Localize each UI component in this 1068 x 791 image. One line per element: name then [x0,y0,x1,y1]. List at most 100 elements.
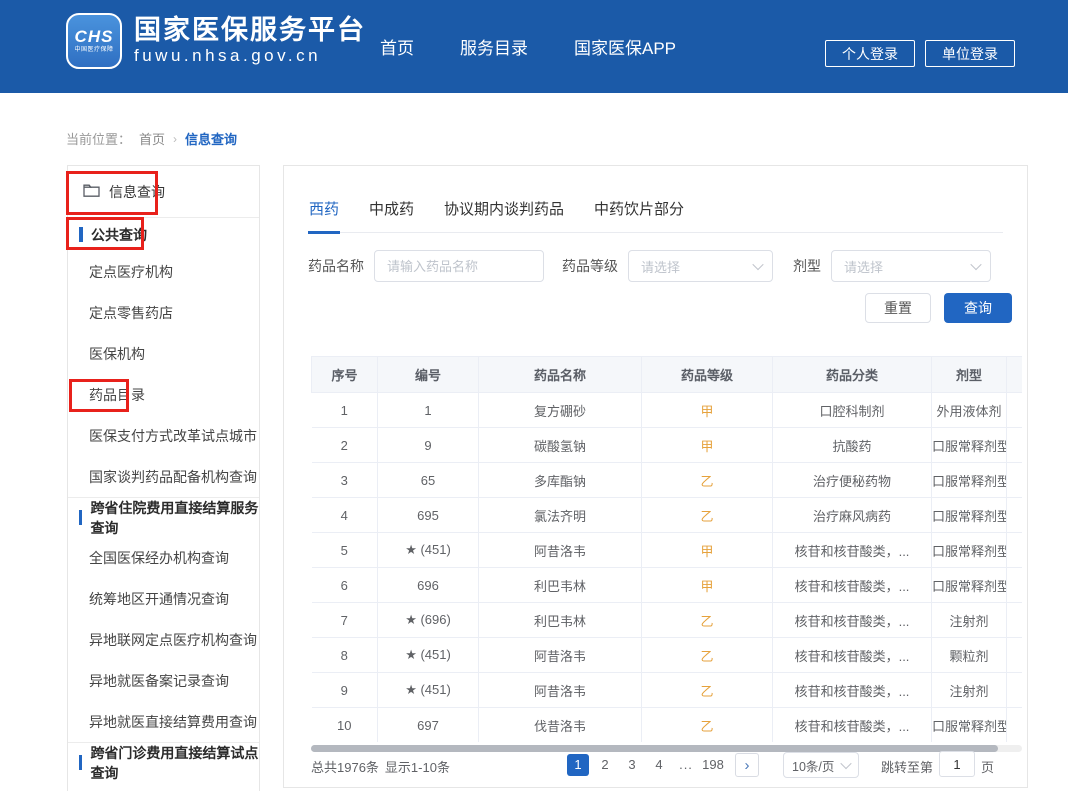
page-size-value: 10条/页 [792,756,834,775]
page-jump-input[interactable] [939,751,975,777]
sidebar-item-6[interactable]: 医保支付方式改革试点城市 [68,415,259,456]
sidebar-label: 异地联网定点医疗机构查询 [89,630,257,650]
sidebar-item-11[interactable]: 异地联网定点医疗机构查询 [68,619,259,660]
login-buttons: 个人登录 单位登录 [825,40,1015,67]
sidebar-section-14[interactable]: 跨省门诊费用直接结算试点查询 [68,742,259,782]
sidebar-section-8[interactable]: 跨省住院费用直接结算服务查询 [68,497,259,537]
cell-cutoff [1007,673,1023,708]
cell-r4-c0: 4 [312,498,378,533]
cell-r7-c4: 核苷和核苷酸类，... [773,603,932,638]
dosage-form-select[interactable]: 请选择 [831,250,991,282]
sidebar-label: 信息查询 [109,182,165,202]
page-button-2[interactable]: 2 [594,754,616,776]
cell-r10-c5: 口服常释剂型 [932,708,1007,743]
next-page-button[interactable]: › [735,753,759,777]
tab-1[interactable]: 中成药 [368,194,415,234]
cell-r2-c3: 甲 [642,428,773,463]
cell-cutoff [1007,603,1023,638]
sidebar-label: 定点医疗机构 [89,262,173,282]
sidebar-label: 跨省门诊费用直接结算试点查询 [90,743,259,783]
sidebar-item-10[interactable]: 统筹地区开通情况查询 [68,578,259,619]
page-jump-suffix: 页 [981,757,994,776]
tab-0[interactable]: 西药 [308,194,340,234]
sidebar-item-9[interactable]: 全国医保经办机构查询 [68,537,259,578]
cell-r10-c3: 乙 [642,708,773,743]
page-button-3[interactable]: 3 [621,754,643,776]
personal-login-button[interactable]: 个人登录 [825,40,915,67]
cell-r9-c0: 9 [312,673,378,708]
cell-r7-c1: ★ (696) [378,603,479,638]
cell-r10-c4: 核苷和核苷酸类，... [773,708,932,743]
breadcrumb-prefix: 当前位置： [66,129,131,148]
sidebar-label: 统筹地区开通情况查询 [89,589,229,609]
sidebar-item-13[interactable]: 异地就医直接结算费用查询 [68,701,259,742]
drug-grade-label: 药品等级 [562,256,618,276]
column-header-4: 药品分类 [773,357,932,393]
page: CHS 中国医疗保障 国家医保服务平台 fuwu.nhsa.gov.cn 首页 服… [0,0,1068,791]
cell-r2-c2: 碳酸氢钠 [479,428,642,463]
search-button[interactable]: 查询 [944,293,1012,323]
tab-3[interactable]: 中药饮片部分 [593,194,685,234]
cell-cutoff [1007,568,1023,603]
table-row: 11复方硼砂甲口腔科制剂外用液体剂 [312,393,1023,428]
tab-2[interactable]: 协议期内谈判药品 [443,194,565,234]
sidebar-label: 跨省住院费用直接结算服务查询 [90,498,259,538]
cell-r9-c5: 注射剂 [932,673,1007,708]
nav-item-1[interactable]: 服务目录 [460,34,528,59]
sidebar-item-12[interactable]: 异地就医备案记录查询 [68,660,259,701]
page-button-198[interactable]: 198 [702,754,724,776]
cell-r6-c0: 6 [312,568,378,603]
sidebar-item-2[interactable]: 定点医疗机构 [68,251,259,292]
sidebar-item-7[interactable]: 国家谈判药品配备机构查询 [68,456,259,497]
page-button-1[interactable]: 1 [567,754,589,776]
org-login-button[interactable]: 单位登录 [925,40,1015,67]
cell-r2-c4: 抗酸药 [773,428,932,463]
sidebar-root-info-query[interactable]: 信息查询 [68,166,259,218]
cell-r9-c2: 阿昔洛韦 [479,673,642,708]
page-button-4[interactable]: 4 [648,754,670,776]
nav-item-0[interactable]: 首页 [380,34,414,59]
cell-r5-c5: 口服常释剂型 [932,533,1007,568]
cell-r2-c0: 2 [312,428,378,463]
sidebar-section-1[interactable]: 公共查询 [68,218,259,251]
pagination-ellipsis: ... [675,754,697,776]
page-size-select[interactable]: 10条/页 [783,752,859,778]
table-row: 5★ (451)阿昔洛韦甲核苷和核苷酸类，...口服常释剂型 [312,533,1023,568]
cell-r10-c1: 697 [378,708,479,743]
section-marker-icon [79,510,82,525]
sidebar: 信息查询公共查询定点医疗机构定点零售药店医保机构药品目录医保支付方式改革试点城市… [67,165,260,791]
drug-name-input[interactable] [374,250,544,282]
sidebar-label: 医保支付方式改革试点城市 [89,426,257,446]
sidebar-item-3[interactable]: 定点零售药店 [68,292,259,333]
cell-cutoff [1007,498,1023,533]
table-row: 8★ (451)阿昔洛韦乙核苷和核苷酸类，...颗粒剂 [312,638,1023,673]
sidebar-item-4[interactable]: 医保机构 [68,333,259,374]
cell-r2-c5: 口服常释剂型 [932,428,1007,463]
cell-r4-c2: 氯法齐明 [479,498,642,533]
sidebar-item-5[interactable]: 药品目录 [68,374,259,415]
drug-table: 序号编号药品名称药品等级药品分类剂型11复方硼砂甲口腔科制剂外用液体剂29碳酸氢… [311,356,1022,742]
brand[interactable]: CHS 中国医疗保障 国家医保服务平台 fuwu.nhsa.gov.cn [66,13,366,69]
cell-r1-c2: 复方硼砂 [479,393,642,428]
breadcrumb-home[interactable]: 首页 [139,129,165,148]
reset-button[interactable]: 重置 [865,293,931,323]
filter-row: 药品名称 药品等级 请选择 剂型 请选择 [308,250,991,282]
dosage-form-label: 剂型 [793,256,821,276]
sidebar-label: 异地就医直接结算费用查询 [89,712,257,732]
breadcrumb: 当前位置： 首页 › 信息查询 [66,129,237,148]
column-header-2: 药品名称 [479,357,642,393]
header: CHS 中国医疗保障 国家医保服务平台 fuwu.nhsa.gov.cn 首页 服… [0,0,1068,93]
cell-r5-c3: 甲 [642,533,773,568]
pagination-summary: 总共1976条显示1-10条 [311,757,456,776]
cell-r4-c4: 治疗麻风病药 [773,498,932,533]
column-header-5: 剂型 [932,357,1007,393]
breadcrumb-separator-icon: › [173,132,177,146]
drug-table-wrap: 序号编号药品名称药品等级药品分类剂型11复方硼砂甲口腔科制剂外用液体剂29碳酸氢… [311,356,1022,742]
nav-item-2[interactable]: 国家医保APP [574,34,676,59]
column-header-3: 药品等级 [642,357,773,393]
cell-r7-c2: 利巴韦林 [479,603,642,638]
page-jump-prefix: 跳转至第 [881,757,933,776]
drug-grade-select[interactable]: 请选择 [628,250,773,282]
brand-text: 国家医保服务平台 fuwu.nhsa.gov.cn [134,15,366,67]
breadcrumb-current[interactable]: 信息查询 [185,129,237,148]
